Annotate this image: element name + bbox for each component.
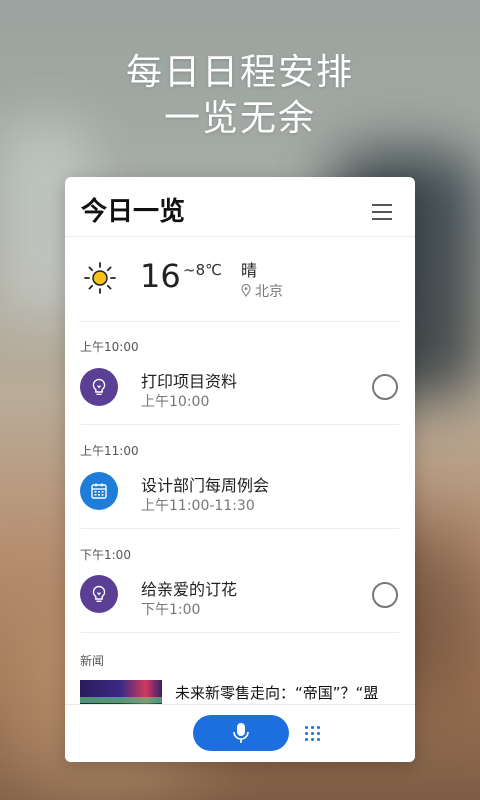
- divider: [81, 528, 399, 529]
- event-icon: [80, 575, 118, 613]
- event-title[interactable]: 给亲爱的订花: [141, 576, 237, 600]
- weather-widget[interactable]: 16 ~8℃ 晴 北京: [65, 237, 415, 322]
- event-time-header: 上午10:00: [80, 340, 139, 354]
- card-title: 今日一览: [81, 197, 186, 227]
- news-section-label: 新闻: [80, 654, 105, 668]
- divider: [81, 424, 399, 425]
- today-overview-card: 今日一览 16 ~8℃ 晴 北京 上午10:00 打印项目资料 上午10:00 …: [65, 177, 415, 762]
- grid-dots-icon[interactable]: [303, 724, 323, 744]
- hamburger-menu-icon[interactable]: [372, 204, 392, 220]
- headline-line-1: 每日日程安排: [125, 52, 354, 93]
- sun-icon: [84, 262, 116, 294]
- event-icon: [80, 368, 118, 406]
- card-header: 今日一览: [65, 177, 415, 237]
- location-pin-icon: [241, 284, 251, 297]
- event-icon: [80, 472, 118, 510]
- calendar-icon: [91, 483, 107, 499]
- headline-line-2: 一览无余: [163, 98, 316, 139]
- event-time: 下午1:00: [141, 602, 201, 618]
- city-name: 北京: [255, 284, 283, 300]
- news-headline[interactable]: 未来新零售走向：“帝国”？“盟: [175, 682, 407, 703]
- lightbulb-icon: [92, 378, 106, 395]
- voice-input-button[interactable]: [193, 715, 289, 751]
- event-title[interactable]: 设计部门每周例会: [141, 472, 269, 496]
- microphone-icon: [233, 723, 249, 743]
- weather-condition: 晴: [241, 261, 258, 280]
- divider: [81, 632, 399, 633]
- event-time-header: 下午1:00: [80, 548, 131, 562]
- temperature: 16: [140, 257, 181, 295]
- event-time: 上午10:00: [141, 394, 210, 410]
- temperature-low: ~8℃: [183, 261, 222, 279]
- weather-location: 北京: [241, 281, 283, 301]
- event-time: 上午11:00-11:30: [141, 498, 255, 514]
- event-time-header: 上午11:00: [80, 444, 139, 458]
- promo-headline: 每日日程安排 一览无余: [0, 50, 480, 142]
- complete-checkbox[interactable]: [372, 374, 398, 400]
- complete-checkbox[interactable]: [372, 582, 398, 608]
- lightbulb-icon: [92, 585, 106, 602]
- bottom-bar: [65, 704, 415, 762]
- news-thumbnail[interactable]: [80, 680, 162, 706]
- event-title[interactable]: 打印项目资料: [141, 368, 237, 392]
- divider: [81, 321, 399, 322]
